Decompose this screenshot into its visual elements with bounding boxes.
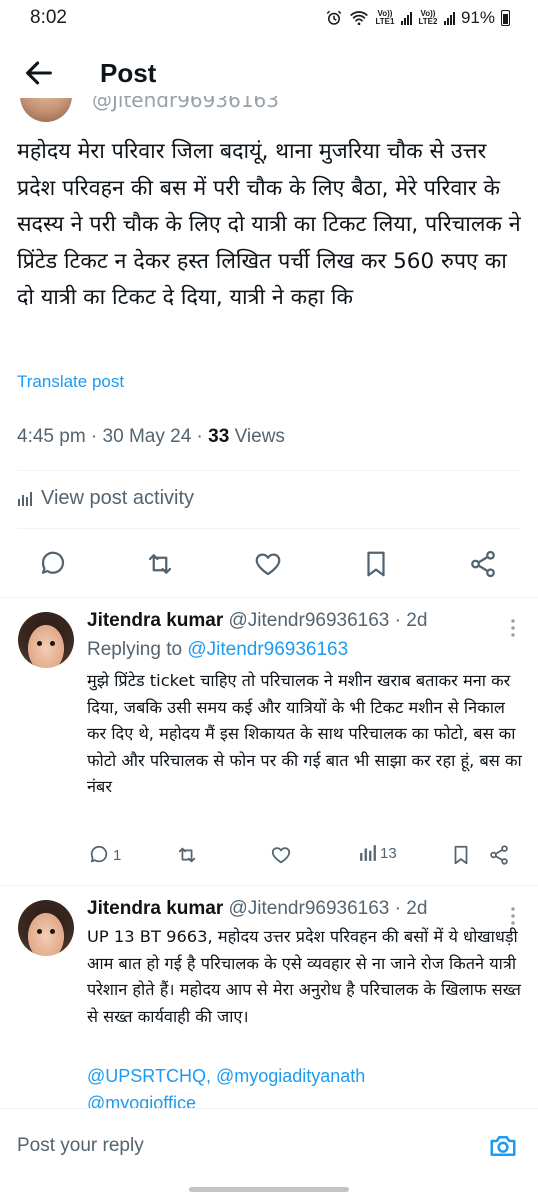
translate-post-link[interactable]: Translate post bbox=[17, 372, 124, 392]
share-icon bbox=[471, 550, 495, 578]
reply-author-name[interactable]: Jitendra kumar bbox=[87, 610, 223, 631]
wifi-icon bbox=[349, 10, 369, 26]
status-icons: Vo)) LTE1 Vo)) LTE2 91% bbox=[325, 8, 510, 28]
battery-icon bbox=[501, 10, 510, 26]
views-count: 13 bbox=[380, 844, 397, 862]
back-button[interactable] bbox=[22, 56, 56, 90]
reply-action-bar: 1 13 bbox=[0, 844, 538, 874]
reply-header: Jitendra kumar @Jitendr96936163 · 2d bbox=[87, 610, 427, 632]
views-label: Views bbox=[229, 426, 285, 447]
view-post-activity-label: View post activity bbox=[41, 487, 195, 509]
signal-2-icon bbox=[443, 11, 455, 25]
arrow-left-icon bbox=[26, 61, 52, 85]
reply-author-name[interactable]: Jitendra kumar bbox=[87, 898, 223, 919]
views-button[interactable]: 13 bbox=[359, 844, 397, 862]
reply-text: UP 13 BT 9663, महोदय उत्तर प्रदेश परिवहन… bbox=[87, 927, 521, 1026]
reply-item[interactable]: Jitendra kumar @Jitendr96936163 · 2d Rep… bbox=[0, 598, 538, 890]
divider bbox=[17, 470, 521, 471]
views-count: 33 bbox=[208, 426, 230, 447]
bookmark-button[interactable] bbox=[361, 549, 391, 579]
post-author-avatar[interactable] bbox=[20, 98, 72, 124]
reply-input[interactable]: Post your reply bbox=[17, 1135, 144, 1157]
share-button[interactable] bbox=[468, 549, 498, 579]
reply-text: मुझे प्रिंटेड ticket चाहिए तो परिचालक ने… bbox=[87, 671, 522, 796]
camera-icon bbox=[490, 1136, 516, 1156]
more-vertical-icon bbox=[511, 907, 515, 925]
analytics-icon bbox=[18, 491, 32, 506]
repost-button[interactable] bbox=[176, 844, 198, 866]
reply-header: Jitendra kumar @Jitendr96936163 · 2d bbox=[87, 898, 427, 920]
reply-author-handle[interactable]: @Jitendr96936163 · 2d bbox=[229, 898, 428, 919]
sim2-label: Vo)) LTE2 bbox=[418, 9, 438, 26]
repost-button[interactable] bbox=[145, 549, 175, 579]
post-author-handle[interactable]: @Jitendr96936163 bbox=[92, 96, 292, 114]
reply-mentions: @UPSRTCHQ, @myogiadityanath bbox=[87, 1066, 366, 1086]
reply-count: 1 bbox=[113, 846, 122, 864]
battery-percent: 91% bbox=[460, 8, 495, 27]
mention-link[interactable]: @myogioffice bbox=[87, 1093, 196, 1108]
page-title: Post bbox=[100, 58, 157, 88]
post-meta: 4:45 pm · 30 May 24 · 33 Views bbox=[17, 426, 285, 448]
replying-to-handle[interactable]: @Jitendr96936163 bbox=[187, 639, 348, 660]
status-bar: 8:02 Vo)) LTE1 Vo)) LTE2 91% bbox=[0, 0, 538, 40]
repost-icon bbox=[148, 554, 172, 574]
more-vertical-icon bbox=[511, 619, 515, 637]
reply-author-handle[interactable]: @Jitendr96936163 · 2d bbox=[229, 610, 428, 631]
alarm-icon bbox=[325, 9, 343, 27]
mention-link[interactable]: @UPSRTCHQ bbox=[87, 1066, 206, 1086]
heart-icon bbox=[271, 847, 291, 864]
avatar[interactable] bbox=[18, 900, 74, 956]
more-options-button[interactable] bbox=[510, 906, 516, 926]
more-options-button[interactable] bbox=[510, 618, 516, 638]
bookmark-icon bbox=[367, 551, 385, 577]
replying-to: Replying to @Jitendr96936163 bbox=[87, 639, 348, 661]
bookmark-icon bbox=[454, 845, 468, 865]
share-icon bbox=[490, 845, 508, 865]
like-button[interactable] bbox=[253, 549, 283, 579]
divider bbox=[17, 528, 521, 529]
status-time: 8:02 bbox=[30, 7, 67, 28]
avatar[interactable] bbox=[18, 612, 74, 668]
replying-prefix: Replying to bbox=[87, 639, 188, 660]
reply-icon bbox=[90, 845, 108, 863]
like-button[interactable] bbox=[270, 844, 292, 866]
reply-icon bbox=[41, 551, 65, 574]
signal-1-icon bbox=[400, 11, 412, 25]
reply-button[interactable] bbox=[38, 549, 68, 579]
reply-button[interactable]: 1 bbox=[88, 844, 121, 866]
reply-item[interactable]: Jitendra kumar @Jitendr96936163 · 2d UP … bbox=[0, 886, 538, 1108]
heart-icon bbox=[255, 553, 281, 576]
post-action-bar bbox=[0, 545, 538, 585]
post-text: महोदय मेरा परिवार जिला बदायूं, थाना मुजर… bbox=[17, 139, 521, 310]
home-indicator bbox=[189, 1187, 349, 1192]
mention-link[interactable]: @myogiadityanath bbox=[216, 1066, 365, 1086]
post-timestamp: 4:45 pm · 30 May 24 · bbox=[17, 426, 209, 447]
share-button[interactable] bbox=[488, 844, 510, 866]
sim1-label: Vo)) LTE1 bbox=[375, 9, 395, 26]
bookmark-button[interactable] bbox=[450, 844, 472, 866]
analytics-icon bbox=[360, 845, 376, 861]
repost-icon bbox=[178, 847, 196, 863]
view-post-activity-button[interactable]: View post activity bbox=[17, 487, 194, 510]
reply-mentions: @myogioffice bbox=[87, 1093, 196, 1108]
camera-button[interactable] bbox=[488, 1131, 518, 1161]
